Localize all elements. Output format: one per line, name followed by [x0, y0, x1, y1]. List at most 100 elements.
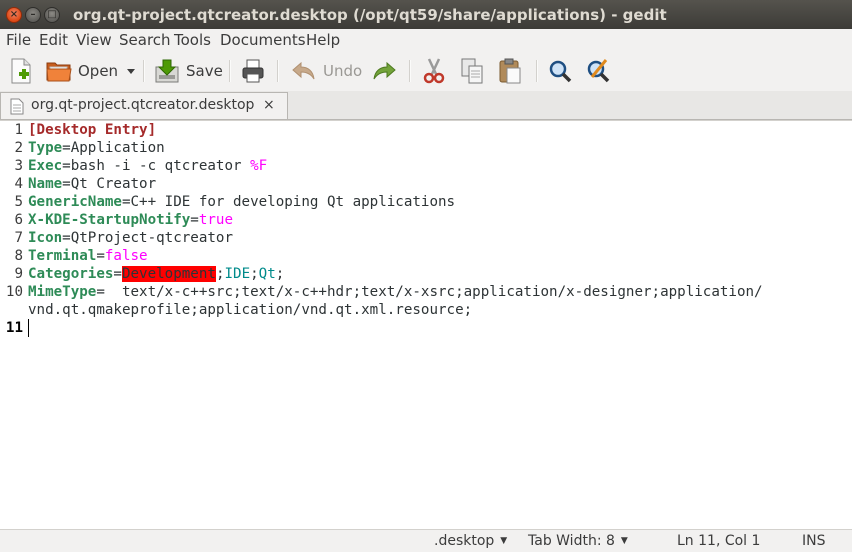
- menu-search[interactable]: Search: [119, 31, 171, 49]
- boolean-value: false: [104, 248, 148, 264]
- boolean-value: true: [198, 212, 234, 228]
- key: Terminal: [28, 248, 97, 264]
- line-number: 1: [14, 122, 23, 138]
- open-folder-icon: [46, 62, 72, 82]
- code-line: Type=Application: [28, 139, 165, 157]
- toolbar-separator: [229, 60, 231, 82]
- text-file-icon: [10, 98, 24, 115]
- category-value: Qt: [258, 266, 276, 282]
- code-line: Exec=bash -i -c qtcreator %F: [28, 157, 267, 175]
- line-number: 10: [5, 284, 23, 300]
- key: MimeType: [28, 284, 97, 300]
- cut-button[interactable]: [423, 57, 445, 85]
- cut-icon: [423, 58, 445, 84]
- minimize-icon: –: [30, 9, 36, 20]
- maximize-icon: □: [47, 9, 57, 20]
- key: Exec: [28, 158, 63, 174]
- save-button[interactable]: Save: [154, 57, 223, 85]
- tab-width-label: Tab Width: 8: [528, 533, 615, 549]
- text-cursor: [28, 319, 29, 337]
- line-number: 9: [14, 266, 23, 282]
- value: C++ IDE for developing Qt applications: [130, 194, 456, 210]
- line-number-gutter: 1 2 3 4 5 6 7 8 9 10 11: [0, 121, 26, 529]
- language-selector[interactable]: .desktop ▼: [434, 533, 507, 549]
- key: GenericName: [28, 194, 122, 210]
- line-number: 3: [14, 158, 23, 174]
- line-number: 6: [14, 212, 23, 228]
- close-icon: ×: [9, 9, 19, 20]
- key: X-KDE-StartupNotify: [28, 212, 191, 228]
- redo-button[interactable]: [371, 57, 397, 85]
- menu-file[interactable]: File: [6, 31, 31, 49]
- value: Application: [70, 140, 165, 156]
- menu-edit[interactable]: Edit: [39, 31, 68, 49]
- maximize-window-button[interactable]: □: [44, 7, 60, 23]
- paste-button[interactable]: [498, 57, 522, 85]
- separator: ;: [250, 266, 259, 282]
- code-line: X-KDE-StartupNotify=true: [28, 211, 233, 229]
- menu-bar: File Edit View Search Tools Documents He…: [0, 29, 852, 51]
- undo-button[interactable]: Undo: [291, 57, 362, 85]
- search-replace-icon: [587, 59, 610, 83]
- undo-icon: [292, 61, 315, 80]
- menu-view[interactable]: View: [76, 31, 112, 49]
- dropdown-arrow-icon: ▼: [620, 536, 628, 546]
- code-line: Terminal=false: [28, 247, 148, 265]
- code-line: Icon=QtProject-qtcreator: [28, 229, 233, 247]
- menu-help[interactable]: Help: [306, 31, 340, 49]
- value: text/x-c++src;text/x-c++hdr;text/x-xsrc;…: [104, 284, 763, 300]
- key: Type: [28, 140, 63, 156]
- new-document-button[interactable]: [9, 57, 33, 85]
- code-line: Name=Qt Creator: [28, 175, 156, 193]
- value: Qt Creator: [70, 176, 157, 192]
- equals: =: [62, 230, 71, 246]
- text-editor[interactable]: 1 2 3 4 5 6 7 8 9 10 11 [Desktop Entry] …: [0, 120, 852, 529]
- search-icon: [549, 60, 572, 83]
- code-line: Categories=Development;IDE;Qt;: [28, 265, 284, 283]
- close-window-button[interactable]: ×: [6, 7, 22, 23]
- copy-icon: [461, 58, 483, 84]
- search-replace-button[interactable]: [586, 57, 610, 85]
- line-number: 7: [14, 230, 23, 246]
- insert-mode: INS: [802, 533, 826, 549]
- menu-documents[interactable]: Documents: [220, 31, 306, 49]
- print-button[interactable]: [241, 57, 265, 85]
- toolbar: Open Save Undo: [0, 51, 852, 91]
- open-recent-dropdown[interactable]: [126, 57, 136, 85]
- status-bar: .desktop ▼ Tab Width: 8 ▼ Ln 11, Col 1 INS: [0, 529, 852, 552]
- tab-width-selector[interactable]: Tab Width: 8 ▼: [528, 533, 628, 549]
- line-number: 4: [14, 176, 23, 192]
- open-button[interactable]: Open: [46, 57, 118, 85]
- copy-button[interactable]: [460, 57, 484, 85]
- document-tab[interactable]: org.qt-project.qtcreator.desktop ×: [0, 92, 288, 119]
- dropdown-arrow-icon: ▼: [500, 536, 508, 546]
- paste-icon: [499, 58, 521, 84]
- dropdown-arrow-icon: [127, 69, 135, 74]
- window-title: org.qt-project.qtcreator.desktop (/opt/q…: [73, 6, 667, 24]
- line-number: 5: [14, 194, 23, 210]
- equals: =: [62, 158, 71, 174]
- open-label: Open: [78, 62, 119, 80]
- category-value: IDE: [224, 266, 251, 282]
- equals: =: [121, 194, 131, 210]
- close-tab-icon[interactable]: ×: [263, 97, 275, 113]
- equals: =: [96, 284, 105, 300]
- menu-tools[interactable]: Tools: [174, 31, 211, 49]
- invalid-category-value: Development: [121, 266, 216, 282]
- code-line: [Desktop Entry]: [28, 121, 156, 139]
- toolbar-separator: [536, 60, 538, 82]
- document-tab-label: org.qt-project.qtcreator.desktop: [31, 97, 255, 113]
- language-label: .desktop: [434, 533, 495, 549]
- search-button[interactable]: [548, 57, 572, 85]
- line-number: 8: [14, 248, 23, 264]
- toolbar-separator: [409, 60, 411, 82]
- code-line-wrapped: vnd.qt.qmakeprofile;application/vnd.qt.x…: [28, 301, 472, 319]
- value: bash -i -c qtcreator: [70, 158, 251, 174]
- toolbar-separator: [277, 60, 279, 82]
- minimize-window-button[interactable]: –: [25, 7, 41, 23]
- key: Icon: [28, 230, 63, 246]
- save-icon: [155, 59, 179, 83]
- equals: =: [190, 212, 199, 228]
- cursor-position: Ln 11, Col 1: [677, 533, 761, 549]
- equals: =: [113, 266, 122, 282]
